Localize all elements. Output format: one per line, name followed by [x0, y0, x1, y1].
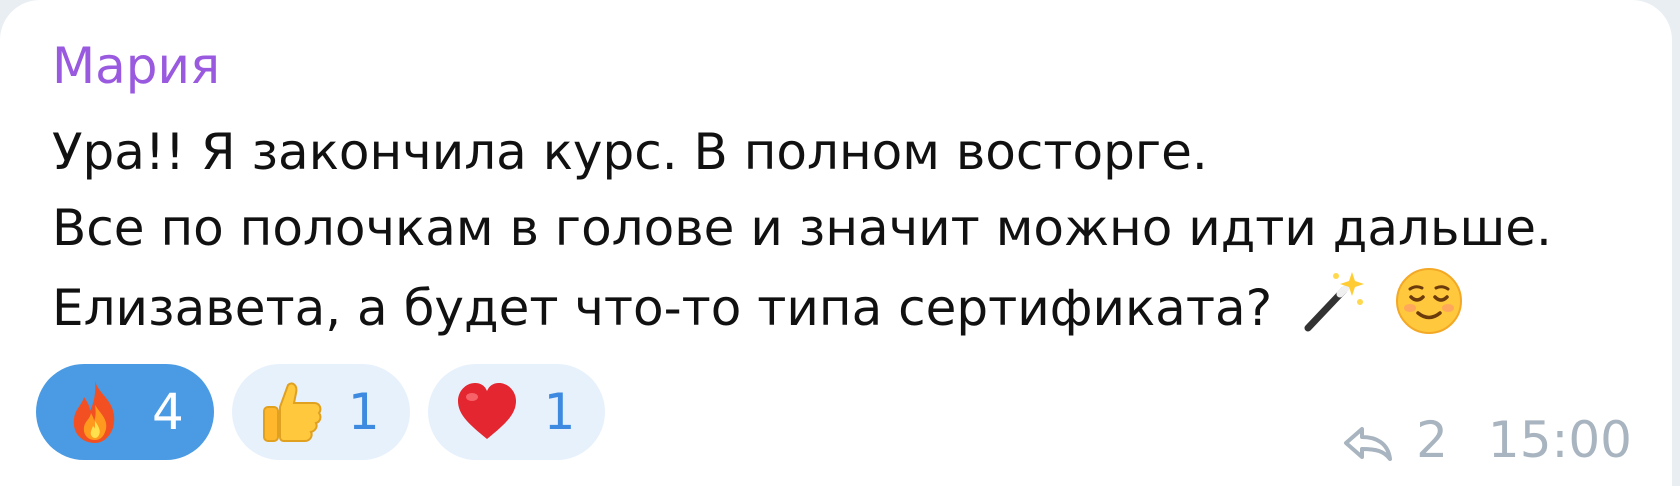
fire-emoji	[60, 377, 130, 447]
magic-wand-emoji	[1300, 268, 1366, 355]
reaction-fire[interactable]: 4	[36, 364, 214, 460]
reaction-thumbs-up[interactable]: 1	[231, 364, 410, 460]
message-bubble[interactable]: Мария Ура!! Я закончила курс. В полном в…	[0, 0, 1672, 486]
red-heart-emoji	[452, 377, 522, 447]
reply-arrow-icon[interactable]	[1342, 418, 1394, 462]
message-meta: 2 15:00	[1342, 410, 1632, 470]
message-line: Елизавета, а будет что-то типа сертифика…	[52, 279, 1273, 337]
thumbs-up-emoji	[256, 377, 326, 447]
reply-count[interactable]: 2	[1416, 410, 1448, 470]
message-line-with-emoji: Елизавета, а будет что-то типа сертифика…	[52, 266, 1652, 357]
reactions-bar: 4 1 1	[36, 364, 606, 460]
reaction-count: 4	[152, 383, 184, 441]
message-line: Ура!! Я закончила курс. В полном восторг…	[52, 123, 1208, 181]
message-line: Все по полочкам в голове и значит можно …	[52, 199, 1552, 257]
relieved-face-emoji	[1394, 266, 1464, 357]
reaction-count: 1	[347, 383, 380, 441]
sender-name[interactable]: Мария	[52, 34, 220, 98]
reaction-count: 1	[543, 383, 576, 441]
message-time: 15:00	[1487, 411, 1632, 469]
message-text: Ура!! Я закончила курс. В полном восторг…	[52, 114, 1652, 357]
reaction-heart[interactable]: 1	[427, 364, 606, 460]
